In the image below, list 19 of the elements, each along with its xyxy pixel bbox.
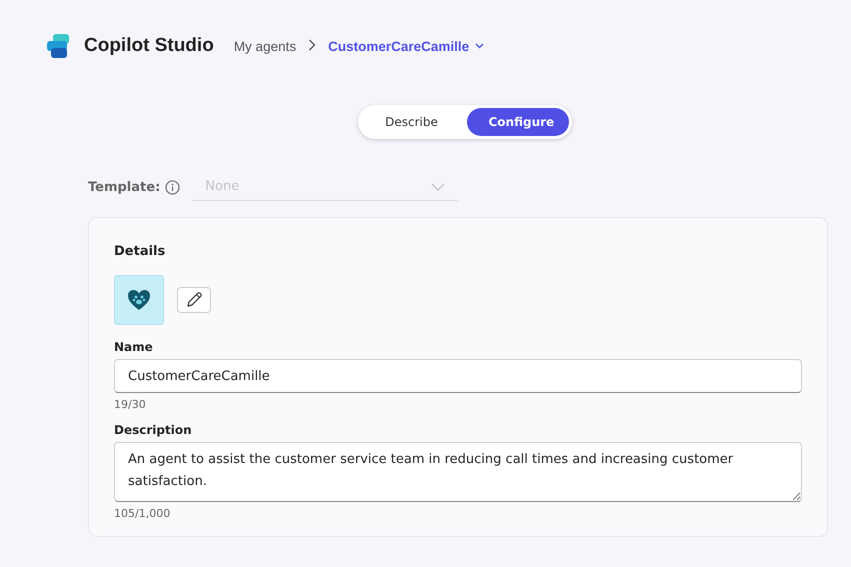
template-label: Template: — [88, 180, 160, 194]
chevron-down-icon — [475, 43, 484, 49]
mode-tab[interactable]: Describe — [360, 108, 462, 136]
field-label: Name — [114, 340, 154, 354]
breadcrumb-link[interactable]: CustomerCareCamille — [328, 38, 484, 54]
breadcrumb-link[interactable]: My agents — [234, 38, 296, 54]
chevron-down-icon — [431, 182, 446, 190]
edit-button[interactable] — [177, 287, 211, 313]
info-icon — [165, 180, 180, 194]
name-field[interactable]: CustomerCareCamille — [114, 359, 802, 393]
character-counter: 105/1,000 — [114, 507, 172, 520]
character-counter: 19/30 — [114, 398, 147, 411]
agent-avatar-icon — [114, 275, 164, 325]
mode-tab[interactable]: Configure — [466, 108, 568, 136]
pencil-icon — [185, 291, 203, 309]
description-field[interactable]: An agent to assist the customer service team in reducing call times and increasing customer satisfaction. — [114, 442, 802, 502]
section-title: Details — [114, 244, 166, 259]
field-label: Description — [114, 423, 193, 437]
app-title: Copilot Studio — [84, 35, 214, 57]
